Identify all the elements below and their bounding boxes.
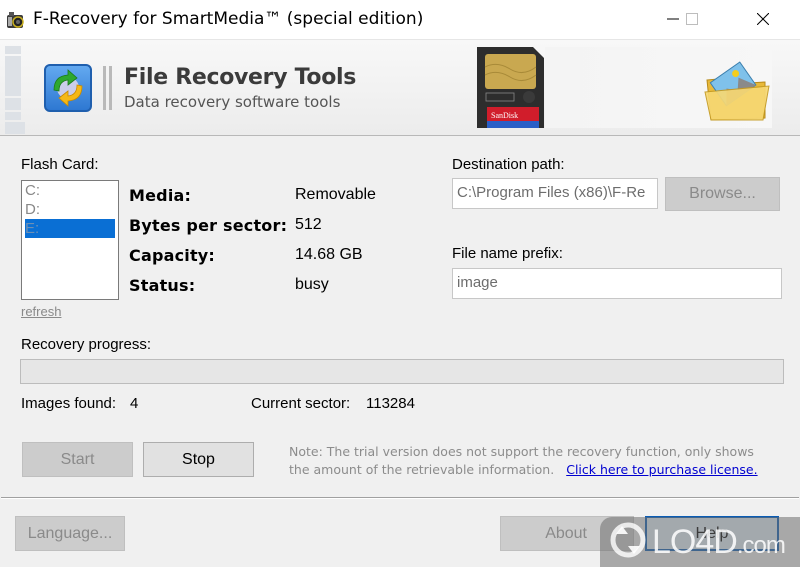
flash-card-label: Flash Card:	[21, 156, 99, 173]
refresh-link[interactable]: refresh	[21, 304, 61, 319]
destination-path-field[interactable]: C:\Program Files (x86)\F-Re	[452, 178, 658, 209]
media-value: Removable	[295, 186, 376, 203]
recovery-arrows-icon	[44, 64, 92, 112]
lo4d-logo-icon	[608, 520, 648, 564]
brand-title: File Recovery Tools	[124, 65, 357, 90]
file-name-prefix-label: File name prefix:	[452, 245, 563, 262]
drive-item-selected[interactable]: E:	[25, 219, 115, 238]
language-button[interactable]: Language...	[15, 516, 125, 551]
images-found-label: Images found:	[21, 395, 117, 412]
bytes-per-sector-label: Bytes per sector:	[129, 216, 288, 235]
images-found-value: 4	[130, 395, 139, 412]
close-button[interactable]	[740, 0, 786, 40]
camera-icon	[6, 10, 26, 30]
logo-divider	[103, 66, 113, 110]
smartmedia-card-icon: SanDisk	[477, 47, 544, 128]
status-label: Status:	[129, 276, 196, 295]
watermark-suffix: .com	[736, 531, 786, 559]
trial-note-line1: Note: The trial version does not support…	[289, 444, 754, 459]
capacity-value: 14.68 GB	[295, 246, 363, 263]
drive-item[interactable]: C:	[22, 181, 118, 200]
banner-stripe	[5, 46, 25, 134]
image-folder-icon	[703, 58, 773, 124]
close-icon	[756, 12, 770, 29]
maximize-icon	[686, 12, 698, 29]
footer-separator	[1, 497, 799, 499]
drive-listbox[interactable]: C: D: E:	[21, 180, 119, 300]
start-button[interactable]: Start	[22, 442, 133, 477]
file-name-prefix-field[interactable]: image	[452, 268, 782, 299]
maximize-button[interactable]	[669, 0, 715, 40]
bytes-per-sector-value: 512	[295, 216, 322, 233]
recovery-progress-label: Recovery progress:	[21, 336, 152, 353]
brand-subtitle: Data recovery software tools	[124, 93, 341, 111]
destination-path-label: Destination path:	[452, 156, 565, 173]
title-bar: F-Recovery for SmartMedia™ (special edit…	[0, 0, 800, 40]
stop-button[interactable]: Stop	[143, 442, 254, 477]
trial-note: Note: The trial version does not support…	[289, 443, 758, 479]
status-value: busy	[295, 276, 329, 293]
trial-note-line2: the amount of the retrievable informatio…	[289, 462, 555, 477]
current-sector-value: 113284	[366, 395, 415, 412]
purchase-license-link[interactable]: Click here to purchase license.	[566, 462, 757, 477]
watermark-text: LO4D	[652, 522, 738, 561]
card-brand-text: SanDisk	[491, 111, 518, 120]
recovery-progress-bar	[20, 359, 784, 384]
drive-item[interactable]: D:	[22, 200, 118, 219]
media-label: Media:	[129, 186, 192, 205]
window-title: F-Recovery for SmartMedia™ (special edit…	[33, 9, 424, 29]
lo4d-watermark: LO4D.com	[600, 517, 800, 567]
browse-button[interactable]: Browse...	[665, 177, 780, 211]
banner: File Recovery Tools Data recovery softwa…	[0, 40, 800, 136]
capacity-label: Capacity:	[129, 246, 216, 265]
current-sector-label: Current sector:	[251, 395, 351, 412]
